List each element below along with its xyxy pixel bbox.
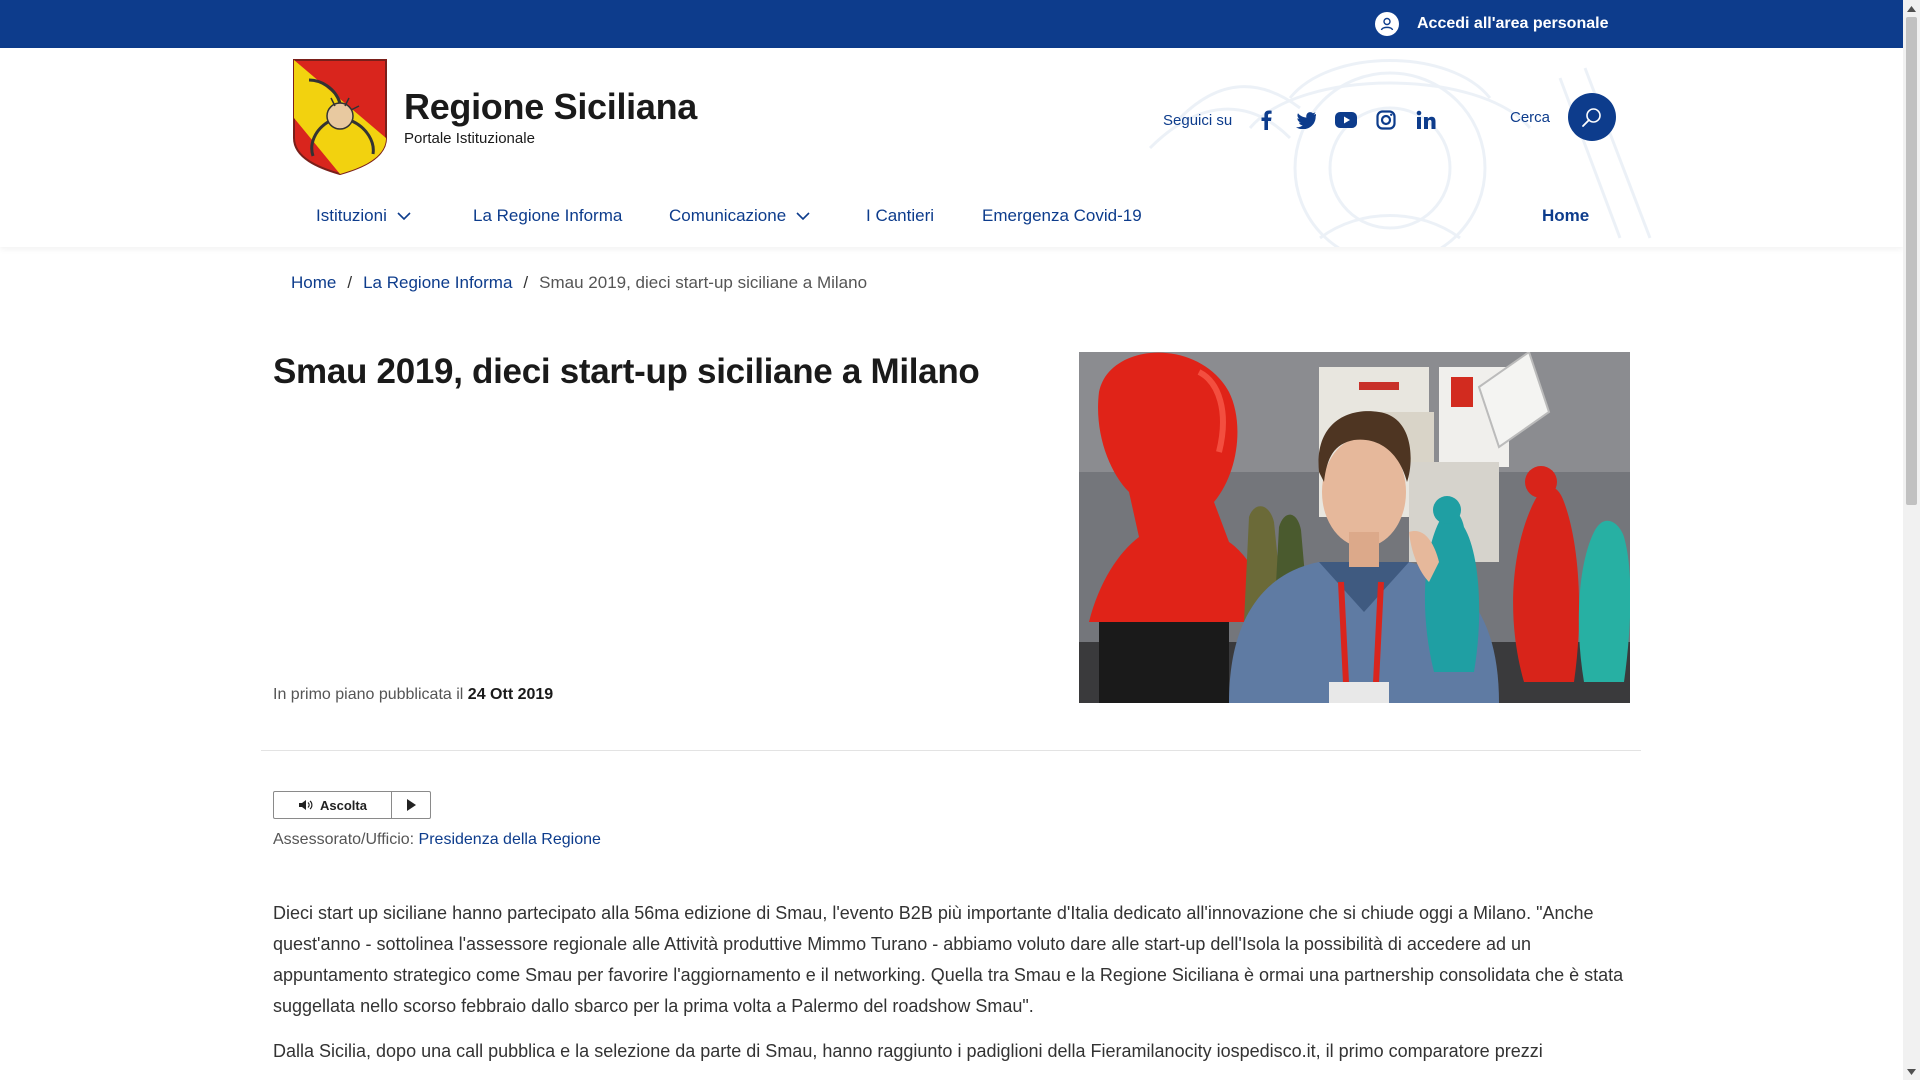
nav-label: Home	[1542, 206, 1590, 225]
login-link[interactable]: Accedi all'area personale	[1375, 12, 1608, 36]
login-label: Accedi all'area personale	[1417, 15, 1609, 32]
listen-button[interactable]: Ascolta	[273, 791, 431, 819]
page-scrollbar[interactable]	[1903, 0, 1920, 1080]
follow-label: Seguici su	[1163, 111, 1233, 129]
brand[interactable]: Regione Siciliana Portale Istituzionale	[291, 58, 697, 176]
nav-comunicazione[interactable]: Comunicazione	[669, 206, 810, 226]
site-title: Regione Siciliana	[404, 86, 697, 127]
nav-label: I Cantieri	[866, 206, 935, 225]
breadcrumb-current: Smau 2019, dieci start-up siciliane a Mi…	[539, 273, 868, 292]
play-icon	[407, 799, 416, 811]
search-button[interactable]	[1568, 93, 1617, 141]
article-meta: In primo piano pubblicata il 24 Ott 2019	[273, 686, 553, 704]
scroll-up-arrow-icon[interactable]	[1903, 0, 1920, 17]
breadcrumb-la-regione-informa[interactable]: La Regione Informa	[363, 273, 512, 293]
main-nav: Istituzioni La Regione Informa Comunicaz…	[0, 198, 1903, 238]
chevron-down-icon	[397, 211, 411, 220]
nav-label: La Regione Informa	[473, 206, 623, 225]
nav-label: Comunicazione	[669, 206, 787, 225]
search-icon	[1582, 108, 1601, 127]
top-bar: Accedi all'area personale	[0, 0, 1903, 48]
article-paragraph: Dieci start up siciliane hanno partecipa…	[273, 903, 1624, 1016]
article-office: Assessorato/Ufficio: Presidenza della Re…	[273, 831, 601, 849]
article-title: Smau 2019, dieci start-up siciliane a Mi…	[273, 352, 980, 391]
user-icon	[1375, 12, 1399, 36]
breadcrumb-separator: /	[523, 273, 529, 292]
article-body: Dieci start up siciliane hanno partecipa…	[273, 898, 1638, 1080]
search-area: Cerca	[1510, 93, 1617, 141]
instagram-icon[interactable]	[1366, 108, 1406, 132]
nav-home[interactable]: Home	[1542, 206, 1589, 226]
divider	[261, 750, 1641, 751]
nav-la-regione-informa[interactable]: La Regione Informa	[473, 206, 622, 226]
listen-main[interactable]: Ascolta	[274, 792, 392, 818]
site-header: Regione Siciliana Portale Istituzionale …	[0, 48, 1903, 247]
nav-emergenza-covid[interactable]: Emergenza Covid-19	[982, 206, 1142, 226]
search-label: Cerca	[1510, 108, 1551, 126]
nav-istituzioni[interactable]: Istituzioni	[316, 206, 411, 226]
scroll-down-arrow-icon[interactable]	[1903, 1063, 1920, 1080]
office-label: Assessorato/Ufficio:	[273, 831, 415, 848]
nav-i-cantieri[interactable]: I Cantieri	[866, 206, 934, 226]
youtube-icon[interactable]	[1326, 108, 1366, 132]
linkedin-icon[interactable]	[1406, 108, 1446, 132]
regione-crest-logo	[293, 59, 387, 176]
social-links: Seguici su	[1163, 108, 1446, 132]
chevron-down-icon	[796, 211, 810, 220]
scrollbar-thumb[interactable]	[1906, 17, 1917, 505]
site-subtitle: Portale Istituzionale	[404, 130, 535, 147]
article-paragraph: Dalla Sicilia, dopo una call pubblica e …	[273, 1041, 1543, 1061]
breadcrumb-separator: /	[347, 273, 353, 292]
meta-prefix: In primo piano pubblicata il	[273, 686, 464, 703]
twitter-icon[interactable]	[1286, 108, 1326, 132]
nav-label: Istituzioni	[316, 206, 387, 225]
facebook-icon[interactable]	[1246, 108, 1286, 132]
office-link[interactable]: Presidenza della Regione	[419, 831, 601, 848]
play-button[interactable]	[392, 792, 430, 818]
listen-label: Ascolta	[320, 797, 367, 813]
breadcrumb: Home / La Regione Informa / Smau 2019, d…	[291, 273, 867, 293]
speaker-icon	[299, 800, 313, 810]
nav-label: Emergenza Covid-19	[982, 206, 1142, 225]
publish-date: 24 Ott 2019	[467, 686, 554, 703]
breadcrumb-home[interactable]: Home	[291, 273, 336, 293]
article-image	[1079, 352, 1630, 703]
